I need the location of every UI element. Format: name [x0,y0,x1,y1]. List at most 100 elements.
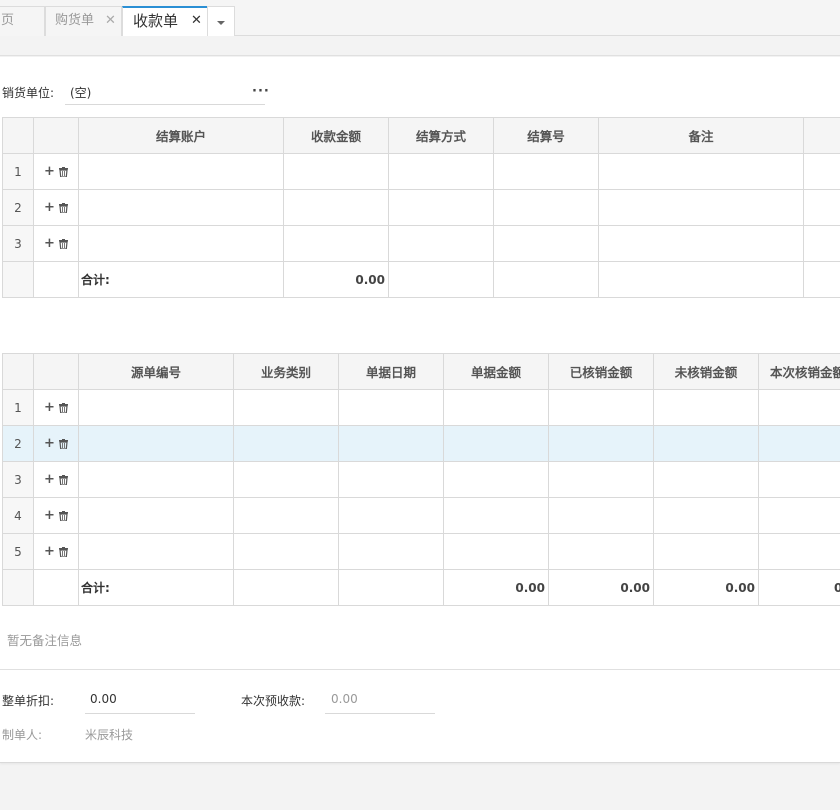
cell-number[interactable] [493,225,599,262]
column-header[interactable]: 已核销金额 [548,353,654,390]
cell-method[interactable] [388,225,494,262]
cell-doc-date[interactable] [338,497,444,534]
plus-icon[interactable]: + [44,508,55,523]
column-header[interactable]: 本次核销金额 [758,353,840,390]
cell-doc-amount[interactable] [443,497,549,534]
cell-source-no[interactable] [78,497,234,534]
tab-purchase-order[interactable]: 购货单 ✕ [45,6,122,36]
customer-input[interactable]: (空) [70,84,91,101]
cell-remark[interactable] [598,153,804,190]
cell-biz-type[interactable] [233,461,339,498]
tab-more-button[interactable] [207,6,235,36]
table-row[interactable]: 4 + [2,497,840,534]
trash-icon[interactable] [58,510,68,521]
cell-this-verify[interactable] [758,497,840,534]
column-header[interactable]: 单据金额 [443,353,549,390]
cell-verified[interactable] [548,497,654,534]
cell-this-verify[interactable] [758,425,840,462]
cell-amount[interactable] [283,189,389,226]
prepay-input[interactable]: 0.00 [331,692,358,706]
cell-doc-amount[interactable] [443,425,549,462]
trash-icon[interactable] [58,474,68,485]
column-header[interactable]: 结算方式 [388,117,494,154]
plus-icon[interactable]: + [44,200,55,215]
column-header[interactable]: 结算账户 [78,117,284,154]
cell-doc-amount[interactable] [443,389,549,426]
cell-remark[interactable] [598,225,804,262]
plus-icon[interactable]: + [44,164,55,179]
cell-remark[interactable] [598,189,804,226]
cell-verified[interactable] [548,533,654,570]
cell-doc-date[interactable] [338,389,444,426]
plus-icon[interactable]: + [44,544,55,559]
cell-verified[interactable] [548,461,654,498]
cell-doc-amount[interactable] [443,461,549,498]
plus-icon[interactable]: + [44,472,55,487]
remark-placeholder[interactable]: 暂无备注信息 [7,630,82,649]
column-header[interactable]: 备注 [598,117,804,154]
table-row-selected[interactable]: 2 + [2,425,840,462]
cell-doc-date[interactable] [338,461,444,498]
cell-unverified[interactable] [653,425,759,462]
cell-doc-amount[interactable] [443,533,549,570]
column-header[interactable]: 未核销金额 [653,353,759,390]
cell-source-no[interactable] [78,533,234,570]
column-header[interactable]: 业务类别 [233,353,339,390]
cell-method[interactable] [388,189,494,226]
cell-amount[interactable] [283,153,389,190]
total-cell [803,261,840,298]
cell-account[interactable] [78,153,284,190]
cell-method[interactable] [388,153,494,190]
trash-icon[interactable] [58,546,68,557]
table-row[interactable]: 2 + [2,189,840,226]
trash-icon[interactable] [58,166,68,177]
plus-icon[interactable]: + [44,236,55,251]
plus-icon[interactable]: + [44,436,55,451]
cell-unverified[interactable] [653,461,759,498]
discount-input-underline [85,713,195,714]
cell-verified[interactable] [548,389,654,426]
cell-account[interactable] [78,189,284,226]
cell-verified[interactable] [548,425,654,462]
column-header[interactable]: 单据日期 [338,353,444,390]
table-row[interactable]: 5 + [2,533,840,570]
cell-amount[interactable] [283,225,389,262]
cell-number[interactable] [493,153,599,190]
cell-unverified[interactable] [653,533,759,570]
cell-source-no[interactable] [78,389,234,426]
cell-biz-type[interactable] [233,425,339,462]
ellipsis-icon[interactable]: ··· [252,84,270,99]
cell-source-no[interactable] [78,425,234,462]
column-header[interactable]: 源单编号 [78,353,234,390]
close-icon[interactable]: ✕ [105,7,116,35]
table-row[interactable]: 1 + [2,153,840,190]
trash-icon[interactable] [58,438,68,449]
cell-account[interactable] [78,225,284,262]
cell-source-no[interactable] [78,461,234,498]
tab-receipt[interactable]: 收款单 ✕ [122,6,208,37]
cell-biz-type[interactable] [233,389,339,426]
trash-icon[interactable] [58,402,68,413]
tab-label: 页 [1,13,15,28]
trash-icon[interactable] [58,238,68,249]
table-row[interactable]: 3 + [2,461,840,498]
close-icon[interactable]: ✕ [191,8,202,34]
cell-doc-date[interactable] [338,425,444,462]
trash-icon[interactable] [58,202,68,213]
discount-input[interactable]: 0.00 [90,692,117,706]
cell-unverified[interactable] [653,389,759,426]
cell-this-verify[interactable] [758,389,840,426]
cell-this-verify[interactable] [758,461,840,498]
cell-this-verify[interactable] [758,533,840,570]
table-row[interactable]: 1 + [2,389,840,426]
cell-biz-type[interactable] [233,497,339,534]
column-header[interactable]: 结算号 [493,117,599,154]
cell-doc-date[interactable] [338,533,444,570]
plus-icon[interactable]: + [44,400,55,415]
tab-home[interactable]: 页 [0,6,45,36]
table-row[interactable]: 3 + [2,225,840,262]
cell-biz-type[interactable] [233,533,339,570]
column-header[interactable]: 收款金额 [283,117,389,154]
cell-unverified[interactable] [653,497,759,534]
cell-number[interactable] [493,189,599,226]
